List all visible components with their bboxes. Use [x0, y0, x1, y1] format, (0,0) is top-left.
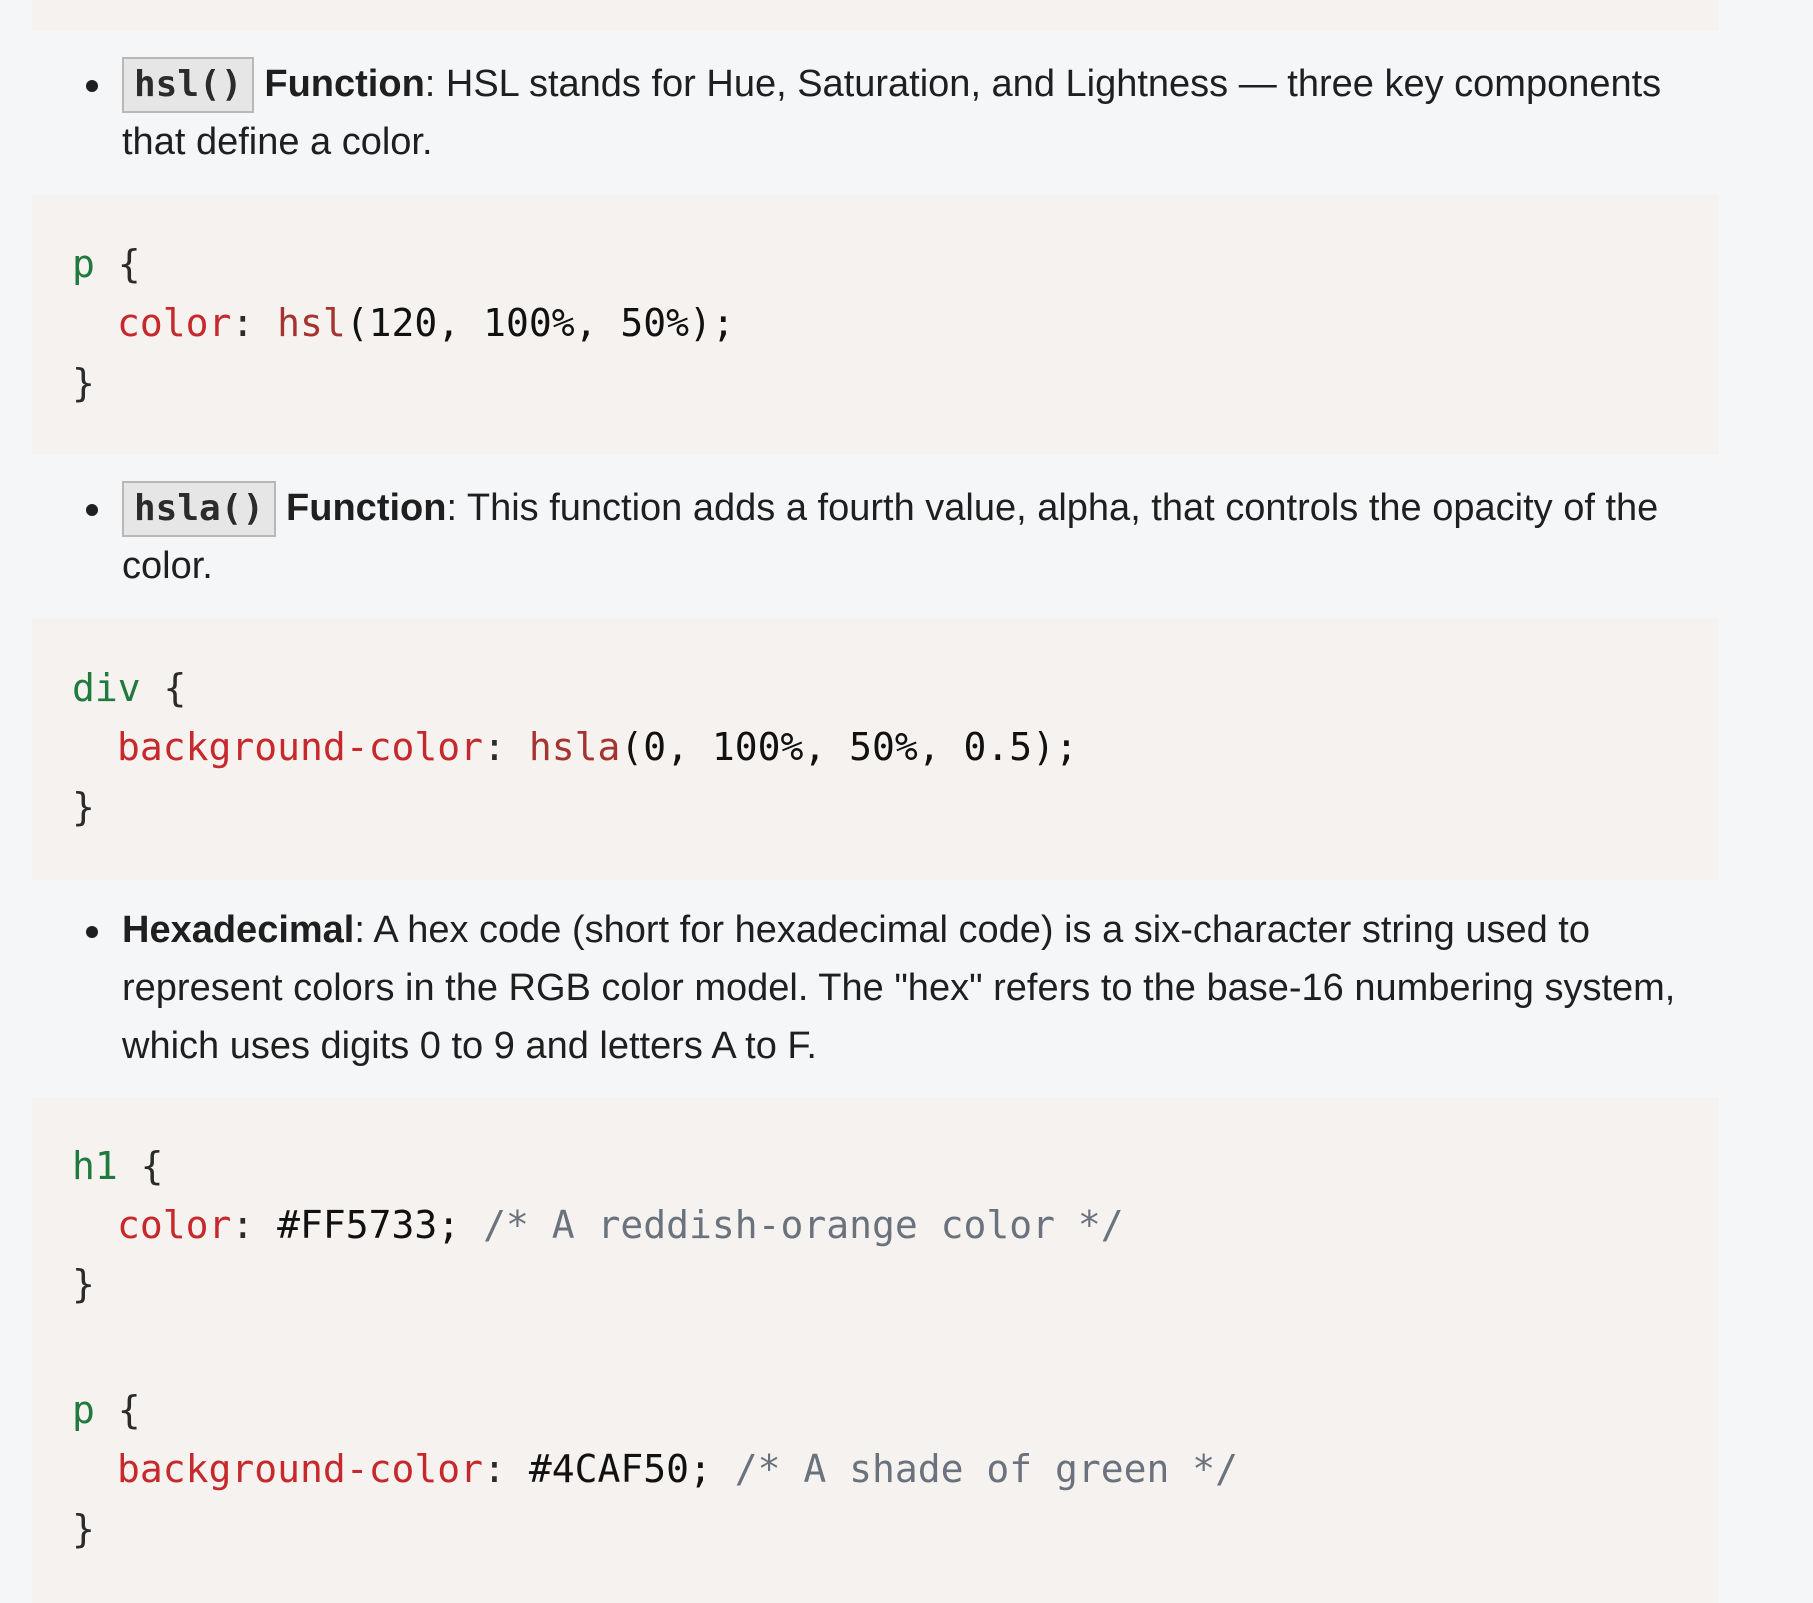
description: : A hex code (short for hexadecimal code… [122, 909, 1676, 1067]
bullet-icon [86, 926, 98, 938]
code-line: } [72, 1262, 95, 1306]
inline-code-hsla: hsla() [122, 481, 277, 537]
bullet-icon [86, 504, 98, 516]
code-line: h1 { [72, 1144, 164, 1188]
code-line: background-color: hsla(0, 100%, 50%, 0.5… [117, 725, 1078, 769]
code-block-hsla: div { background-color: hsla(0, 100%, 50… [32, 618, 1719, 880]
code-line: p { [72, 1388, 141, 1432]
code-line: background-color: #4CAF50; /* A shade of… [117, 1447, 1239, 1491]
term-function: Function [264, 63, 425, 105]
bullet-icon [86, 80, 98, 92]
list-item-hsla: hsla() Function: This function adds a fou… [86, 479, 1722, 595]
term-function: Function [286, 487, 447, 529]
list-item-hsl: hsl() Function: HSL stands for Hue, Satur… [86, 55, 1722, 171]
code-line: div { [72, 666, 187, 710]
code-block-hsl: p { color: hsl(120, 100%, 50%); } [32, 195, 1719, 455]
code-line: color: #FF5733; /* A reddish-orange colo… [117, 1203, 1124, 1247]
code-line: color: hsl(120, 100%, 50%); [117, 301, 735, 345]
code-block-hex: h1 { color: #FF5733; /* A reddish-orange… [32, 1097, 1719, 1603]
inline-code-hsl: hsl() [122, 57, 255, 113]
code-line: p { [72, 242, 141, 286]
term-hexadecimal: Hexadecimal [122, 909, 355, 951]
code-block-top-remnant [32, 0, 1719, 31]
list-item-hexadecimal: Hexadecimal: A hex code (short for hexad… [86, 901, 1722, 1075]
code-line: } [72, 361, 95, 405]
code-line: } [72, 785, 95, 829]
code-line: } [72, 1507, 95, 1551]
